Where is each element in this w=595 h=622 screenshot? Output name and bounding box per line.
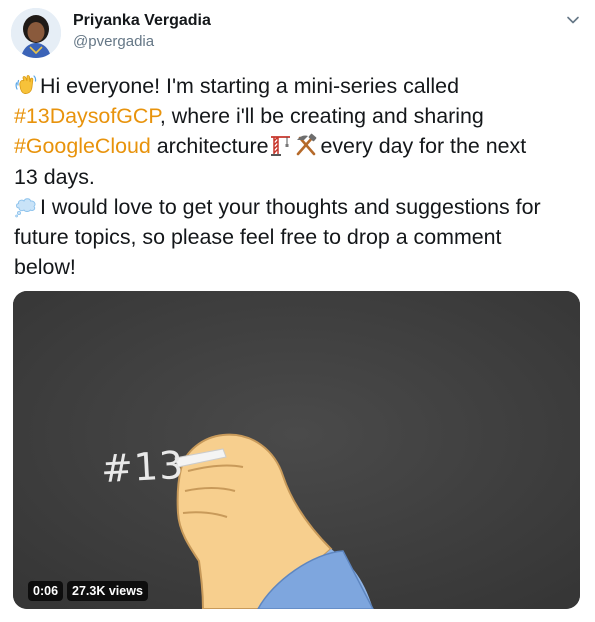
tweet-text-segment: Hi everyone! I'm starting a mini-series …	[40, 74, 459, 98]
tweet-line: Hi everyone! I'm starting a mini-series …	[14, 71, 584, 101]
tweet-line: below!	[14, 252, 584, 282]
tweet-text: Hi everyone! I'm starting a mini-series …	[14, 71, 584, 282]
video-duration: 0:06	[28, 581, 64, 601]
chevron-down-icon[interactable]	[565, 12, 581, 28]
video-player[interactable]: #13 0:06 27.3K views	[13, 291, 580, 609]
tweet-text-segment: 13 days.	[14, 164, 95, 189]
handle[interactable]: @pvergadia	[73, 32, 211, 52]
author-names: Priyanka Vergadia @pvergadia	[73, 11, 211, 52]
construction-crane-icon	[268, 133, 292, 157]
thought-balloon-icon	[14, 194, 38, 218]
tweet-text-segment: below!	[14, 255, 76, 280]
tweet-line: #13DaysofGCP, where i'll be creating and…	[14, 101, 584, 131]
video-badges: 0:06 27.3K views	[28, 581, 148, 601]
tweet-text-segment: architecture	[150, 134, 269, 159]
tweet-line: future topics, so please feel free to dr…	[14, 222, 584, 252]
chalkboard-scene	[13, 291, 580, 609]
tweet-header: Priyanka Vergadia @pvergadia	[11, 8, 585, 60]
chalk-text: #13	[99, 442, 186, 492]
hammer-and-pick-icon	[294, 133, 318, 157]
tweet-text-segment: I would love to get your thoughts and su…	[40, 194, 541, 219]
tweet-text-segment: future topics, so please feel free to dr…	[14, 225, 502, 250]
waving-hand-icon	[14, 73, 38, 97]
tweet-text-segment: every day for the next	[320, 134, 527, 159]
view-count: 27.3K views	[67, 581, 148, 601]
display-name[interactable]: Priyanka Vergadia	[73, 11, 211, 31]
tweet-text-segment: , where i'll be creating and sharing	[159, 104, 484, 129]
tweet-line: I would love to get your thoughts and su…	[14, 192, 584, 222]
tweet-card: Priyanka Vergadia @pvergadia Hi everyone…	[0, 0, 595, 622]
avatar-photo-icon	[11, 8, 61, 58]
hashtag-link[interactable]: #13DaysofGCP	[14, 104, 160, 128]
tweet-line: 13 days.	[14, 162, 584, 192]
tweet-line: #GoogleCloud architecture every day for …	[14, 131, 584, 161]
hashtag-link[interactable]: #GoogleCloud	[14, 134, 151, 158]
avatar[interactable]	[11, 8, 61, 58]
